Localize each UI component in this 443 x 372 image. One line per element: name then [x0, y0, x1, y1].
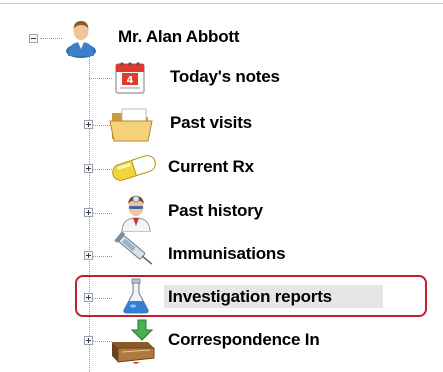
annotation-highlight-box [75, 275, 427, 317]
syringe-icon [114, 231, 153, 265]
tree-item-label: Current Rx [168, 157, 254, 176]
doctor-icon [121, 195, 151, 232]
expand-toggle[interactable] [84, 164, 93, 173]
expand-toggle[interactable] [84, 120, 93, 129]
pill-icon [112, 155, 156, 181]
expand-toggle[interactable] [84, 336, 93, 345]
tree-connector-5 [93, 256, 112, 257]
patient-name: Mr. Alan Abbott [118, 27, 240, 46]
expand-toggle[interactable] [84, 208, 93, 217]
tree-connector-root-h [40, 38, 62, 39]
tree-item-label: Immunisations [168, 244, 286, 263]
folder-icon [109, 108, 153, 142]
collapse-toggle[interactable] [29, 34, 38, 43]
patient-tree: Mr. Alan Abbott 4 Today's notes Past vis… [0, 0, 443, 372]
tree-connector-1 [89, 78, 112, 79]
tree-item-label: Correspondence In [168, 330, 320, 349]
tree-item-label: Past visits [170, 113, 252, 132]
calendar-icon: 4 [115, 62, 145, 94]
tree-item-label: Past history [168, 201, 263, 220]
tree-connector-4 [93, 213, 112, 214]
inbox-icon [112, 319, 155, 364]
expand-toggle[interactable] [84, 251, 93, 260]
tree-item-label: Today's notes [170, 67, 280, 86]
patient-icon [66, 21, 96, 58]
svg-text:4: 4 [127, 75, 134, 86]
